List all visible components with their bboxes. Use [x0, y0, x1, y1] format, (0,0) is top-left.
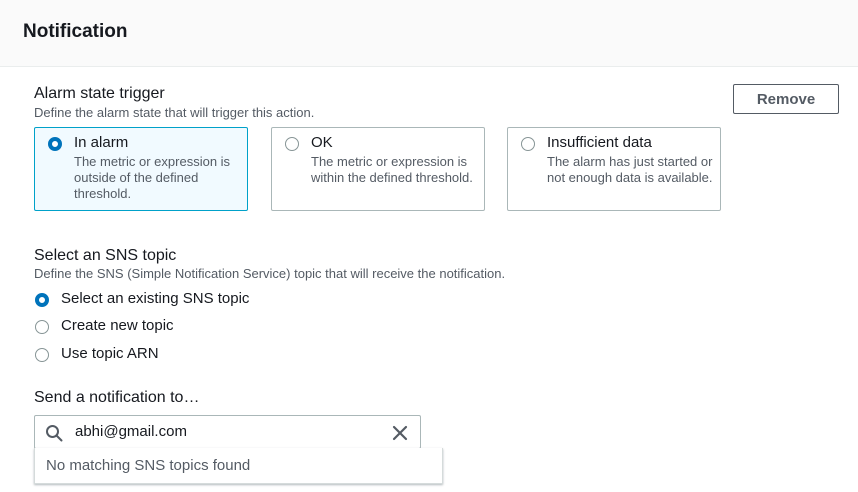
tile-in-alarm[interactable]: In alarm The metric or expression is out… [34, 127, 248, 211]
option-use-topic-arn-label: Use topic ARN [61, 345, 159, 362]
close-icon[interactable] [390, 423, 410, 443]
radio-in-alarm[interactable] [48, 137, 62, 151]
radio-create-new-topic[interactable] [35, 320, 49, 334]
alarm-state-trigger-description: Define the alarm state that will trigger… [34, 105, 315, 120]
search-icon [46, 425, 63, 442]
send-notification-label: Send a notification to… [34, 389, 200, 406]
option-existing-sns-topic-label: Select an existing SNS topic [61, 290, 250, 307]
panel-title: Notification [23, 21, 128, 42]
tile-insufficient-data-title: Insufficient data [547, 134, 652, 151]
search-results-dropdown: No matching SNS topics found [34, 448, 443, 484]
radio-existing-sns-topic[interactable] [35, 293, 49, 307]
tile-ok-description: The metric or expression is within the d… [311, 154, 473, 185]
option-create-new-topic[interactable]: Create new topic [34, 317, 194, 337]
tile-insufficient-data[interactable]: Insufficient data The alarm has just sta… [507, 127, 721, 211]
option-existing-sns-topic[interactable]: Select an existing SNS topic [34, 290, 274, 310]
alarm-state-trigger-label: Alarm state trigger [34, 85, 165, 102]
tile-ok-title: OK [311, 134, 333, 151]
tile-in-alarm-title: In alarm [74, 134, 129, 151]
sns-topic-label: Select an SNS topic [34, 247, 177, 264]
tile-in-alarm-description: The metric or expression is outside of t… [74, 154, 231, 201]
radio-ok[interactable] [285, 137, 299, 151]
panel-header: Notification [0, 0, 858, 67]
notification-search-input[interactable] [75, 423, 375, 440]
tile-ok[interactable]: OK The metric or expression is within th… [271, 127, 485, 211]
tile-insufficient-data-description: The alarm has just started or not enough… [547, 154, 713, 185]
option-create-new-topic-label: Create new topic [61, 317, 174, 334]
option-use-topic-arn[interactable]: Use topic ARN [34, 345, 174, 365]
remove-button[interactable]: Remove [733, 84, 839, 114]
sns-topic-description: Define the SNS (Simple Notification Serv… [34, 266, 506, 281]
no-matching-topics-message: No matching SNS topics found [46, 457, 251, 474]
radio-insufficient-data[interactable] [521, 137, 535, 151]
notification-search-field[interactable] [34, 415, 421, 449]
radio-use-topic-arn[interactable] [35, 348, 49, 362]
